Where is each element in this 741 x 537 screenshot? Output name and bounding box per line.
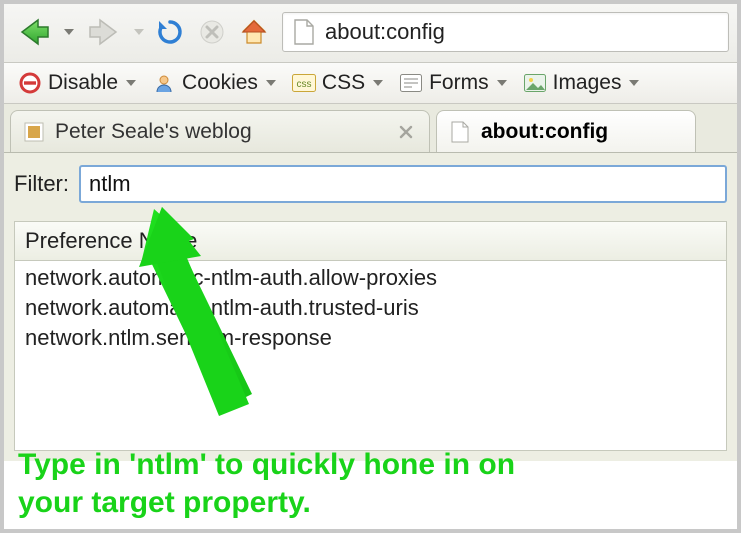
pref-row[interactable]: network.automatic-ntlm-auth.trusted-uris [21, 293, 720, 323]
annotation-line: Type in 'ntlm' to quickly hone in on [18, 446, 515, 484]
chevron-down-icon [373, 80, 383, 86]
filter-label: Filter: [14, 171, 69, 197]
annotation-text: Type in 'ntlm' to quickly hone in on you… [18, 446, 515, 521]
page-icon [449, 121, 471, 143]
css-icon: css [292, 71, 316, 95]
chevron-down-icon [126, 80, 136, 86]
home-button[interactable] [236, 14, 272, 50]
chevron-down-icon [134, 29, 144, 35]
dev-cookies[interactable]: Cookies [146, 69, 282, 97]
forms-icon [399, 71, 423, 95]
tab-strip: Peter Seale's weblog about:config [4, 104, 737, 153]
aboutconfig-content: Filter: Preference Name network.automati… [4, 153, 737, 461]
reload-button[interactable] [152, 14, 188, 50]
back-dropdown[interactable] [62, 14, 76, 50]
tab-title: Peter Seale's weblog [55, 120, 252, 144]
filter-row: Filter: [14, 165, 727, 203]
tab-close-button[interactable] [395, 121, 417, 143]
nav-toolbar: about:config [4, 4, 737, 63]
pref-row[interactable]: network.ntlm.send-lm-response [21, 323, 720, 353]
filter-input[interactable] [79, 165, 727, 203]
chevron-down-icon [266, 80, 276, 86]
home-icon [239, 17, 269, 47]
tab-aboutconfig[interactable]: about:config [436, 110, 696, 152]
dev-images[interactable]: Images [517, 69, 646, 97]
stop-button [194, 14, 230, 50]
dev-label: Images [553, 71, 622, 95]
forward-icon [86, 14, 122, 50]
forward-dropdown [132, 14, 146, 50]
images-icon [523, 71, 547, 95]
cookies-icon [152, 71, 176, 95]
dev-css[interactable]: css CSS [286, 69, 389, 97]
favicon-weblog [23, 121, 45, 143]
pref-row[interactable]: network.automatic-ntlm-auth.allow-proxie… [21, 263, 720, 293]
reload-icon [155, 17, 185, 47]
forward-button [82, 10, 126, 54]
page-icon [293, 19, 315, 45]
dev-label: CSS [322, 71, 365, 95]
dev-label: Cookies [182, 71, 258, 95]
stop-icon [198, 18, 226, 46]
svg-text:css: css [296, 79, 311, 90]
disable-icon [18, 71, 42, 95]
tab-title: about:config [481, 120, 608, 144]
annotation-line: your target property. [18, 484, 515, 522]
dev-label: Disable [48, 71, 118, 95]
back-icon [16, 14, 52, 50]
pref-list: network.automatic-ntlm-auth.allow-proxie… [15, 261, 726, 355]
chevron-down-icon [64, 29, 74, 35]
results-panel: Preference Name network.automatic-ntlm-a… [14, 221, 727, 451]
back-button[interactable] [12, 10, 56, 54]
close-icon [398, 124, 414, 140]
chevron-down-icon [497, 80, 507, 86]
tab-weblog[interactable]: Peter Seale's weblog [10, 110, 430, 152]
dev-forms[interactable]: Forms [393, 69, 513, 97]
dev-label: Forms [429, 71, 489, 95]
column-header-prefname[interactable]: Preference Name [15, 222, 726, 261]
url-bar[interactable]: about:config [282, 12, 729, 52]
url-text: about:config [325, 19, 445, 45]
dev-disable[interactable]: Disable [12, 69, 142, 97]
chevron-down-icon [629, 80, 639, 86]
dev-toolbar: Disable Cookies css CSS Forms Images [4, 63, 737, 104]
